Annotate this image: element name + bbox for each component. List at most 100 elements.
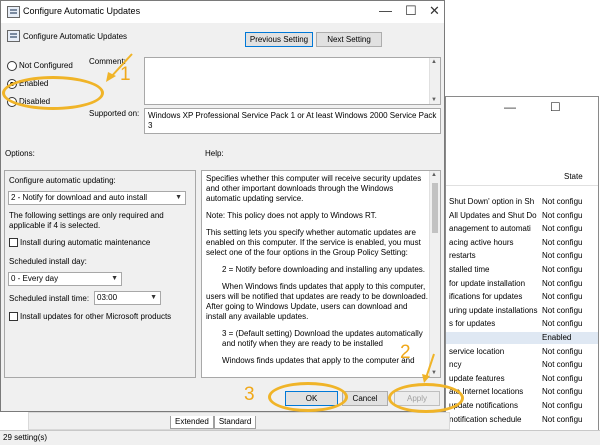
chevron-down-icon: ▼ (175, 194, 182, 201)
help-paragraph: Windows finds updates that apply to the … (222, 356, 415, 365)
policy-row[interactable]: stalled time Not configu (446, 264, 598, 276)
chevron-down-icon: ▼ (150, 294, 157, 301)
scroll-up-icon[interactable]: ▲ (431, 59, 437, 65)
policy-name: Shut Down' option in Sh (449, 197, 535, 206)
policy-row[interactable]: update features Not configu (446, 373, 598, 385)
policy-row[interactable]: All Updates and Shut Do Not configu (446, 210, 598, 222)
not-configured-label[interactable]: Not Configured (19, 61, 73, 70)
policy-row[interactable]: ifications for updates Not configu (446, 291, 598, 303)
policy-row[interactable]: anagement to automati Not configu (446, 223, 598, 235)
column-header[interactable]: State (446, 169, 598, 186)
other-products-checkbox[interactable] (9, 312, 18, 321)
comment-field[interactable]: ▲ ▼ (144, 57, 441, 105)
configure-updating-label: Configure automatic updating: (9, 176, 116, 185)
maintenance-label[interactable]: Install during automatic maintenance (20, 238, 150, 247)
policy-row[interactable]: Shut Down' option in Sh Not configu (446, 196, 598, 208)
dialog-title: Configure Automatic Updates (23, 6, 141, 16)
comment-scrollbar[interactable]: ▲ ▼ (429, 58, 440, 104)
policy-name: notification schedule (449, 414, 522, 424)
install-time-value: 03:00 (97, 293, 118, 302)
policy-state: Enabled (542, 333, 572, 342)
policy-icon (7, 6, 20, 18)
policy-name: ncy (449, 360, 462, 370)
policy-state: Not configu (542, 197, 583, 206)
annotation-ring-apply (388, 383, 464, 413)
state-column-header[interactable]: State (564, 172, 583, 181)
close-icon[interactable]: ✕ (429, 3, 440, 19)
policy-state: Not configu (542, 346, 583, 356)
help-text: Specifies whether this computer will rec… (206, 174, 428, 373)
configure-updating-select[interactable]: 2 - Notify for download and auto install… (8, 191, 186, 205)
policy-state: Not configu (542, 319, 583, 329)
not-configured-radio[interactable] (7, 61, 17, 71)
policy-name: acing active hours (449, 237, 514, 247)
install-time-select[interactable]: 03:00 ▼ (94, 291, 161, 305)
maximize-icon[interactable]: ☐ (550, 100, 561, 114)
policy-state: Not configu (542, 305, 583, 315)
maximize-icon[interactable]: ☐ (405, 3, 417, 19)
policy-name: ifications for updates (449, 292, 523, 302)
policy-row[interactable]: acing active hours Not configu (446, 237, 598, 249)
policy-state: Not configu (542, 292, 583, 302)
policy-row[interactable]: ncy Not configu (446, 359, 598, 371)
annotation-arrow-2 (422, 353, 435, 383)
policy-name: All Updates and Shut Do (449, 210, 537, 220)
policy-row[interactable]: s for updates Not configu (446, 318, 598, 330)
setting-name: Configure Automatic Updates (23, 32, 128, 41)
policy-name: service location (449, 346, 505, 356)
options-panel: Configure automatic updating: 2 - Notify… (4, 170, 196, 378)
scroll-down-icon[interactable]: ▼ (431, 97, 437, 103)
configure-automatic-updates-dialog: Configure Automatic Updates — ☐ ✕ Config… (0, 0, 445, 412)
policy-name: for update installation (449, 278, 526, 288)
tab-standard[interactable]: Standard (213, 416, 257, 429)
policy-state: Not configu (542, 251, 583, 261)
help-paragraph: 3 = (Default setting) Download the updat… (222, 329, 423, 348)
minimize-icon[interactable]: — (504, 100, 516, 114)
cancel-button[interactable]: Cancel (342, 391, 388, 406)
annotation-number-2: 2 (400, 342, 411, 363)
policy-state: Not configu (542, 360, 583, 370)
policy-row[interactable]: restarts Not configu (446, 250, 598, 262)
dialog-title-bar: Configure Automatic Updates — ☐ ✕ (1, 1, 444, 23)
next-setting-button[interactable]: Next Setting (316, 32, 382, 47)
configure-updating-value: 2 - Notify for download and auto install (11, 193, 148, 202)
policy-row[interactable]: update notifications Not configu (446, 400, 598, 412)
policy-row[interactable]: Enabled (446, 332, 598, 344)
scroll-thumb[interactable] (432, 183, 438, 233)
policy-state: Not configu (542, 210, 583, 220)
help-scrollbar[interactable]: ▲ ▼ (429, 171, 440, 377)
group-policy-editor-window: — ☐ State Shut Down' option in Sh Not con… (445, 96, 599, 443)
maintenance-checkbox[interactable] (9, 238, 18, 247)
minimize-icon[interactable]: — (379, 3, 392, 18)
policy-state: Not configu (542, 224, 583, 234)
status-bar: 29 setting(s) (0, 430, 600, 445)
previous-setting-button[interactable]: Previous Setting (245, 32, 313, 47)
supported-on-field: Windows XP Professional Service Pack 1 o… (144, 108, 441, 134)
policy-name: stalled time (449, 265, 490, 274)
chevron-down-icon: ▼ (111, 275, 118, 282)
install-time-label: Scheduled install time: (9, 294, 90, 303)
annotation-ring-disabled (2, 76, 104, 110)
policy-row[interactable]: ate Internet locations Not configu (446, 386, 598, 398)
policy-row[interactable]: uring update installations Not configu (446, 305, 598, 317)
policy-name: uring update installations (449, 305, 538, 315)
scroll-up-icon[interactable]: ▲ (431, 172, 437, 178)
view-tabs: Extended Standard (170, 416, 257, 429)
annotation-number-3: 3 (244, 384, 255, 405)
help-paragraph: This setting lets you specify whether au… (206, 228, 421, 257)
other-products-label[interactable]: Install updates for other Microsoft prod… (20, 312, 171, 321)
install-day-label: Scheduled install day: (9, 257, 87, 266)
policy-state: Not configu (542, 414, 583, 424)
help-paragraph: Specifies whether this computer will rec… (206, 174, 422, 203)
help-label: Help: (205, 149, 224, 158)
tab-extended[interactable]: Extended (170, 416, 214, 429)
policy-state: Not configu (542, 265, 583, 274)
policy-name: update notifications (449, 401, 518, 410)
policy-row[interactable]: notification schedule Not configu (446, 414, 598, 426)
policy-row[interactable]: for update installation Not configu (446, 278, 598, 290)
install-day-value: 0 - Every day (11, 274, 59, 283)
policy-state: Not configu (542, 401, 583, 410)
policy-row[interactable]: service location Not configu (446, 346, 598, 358)
install-day-select[interactable]: 0 - Every day ▼ (8, 272, 122, 286)
policy-name: update features (449, 373, 505, 383)
